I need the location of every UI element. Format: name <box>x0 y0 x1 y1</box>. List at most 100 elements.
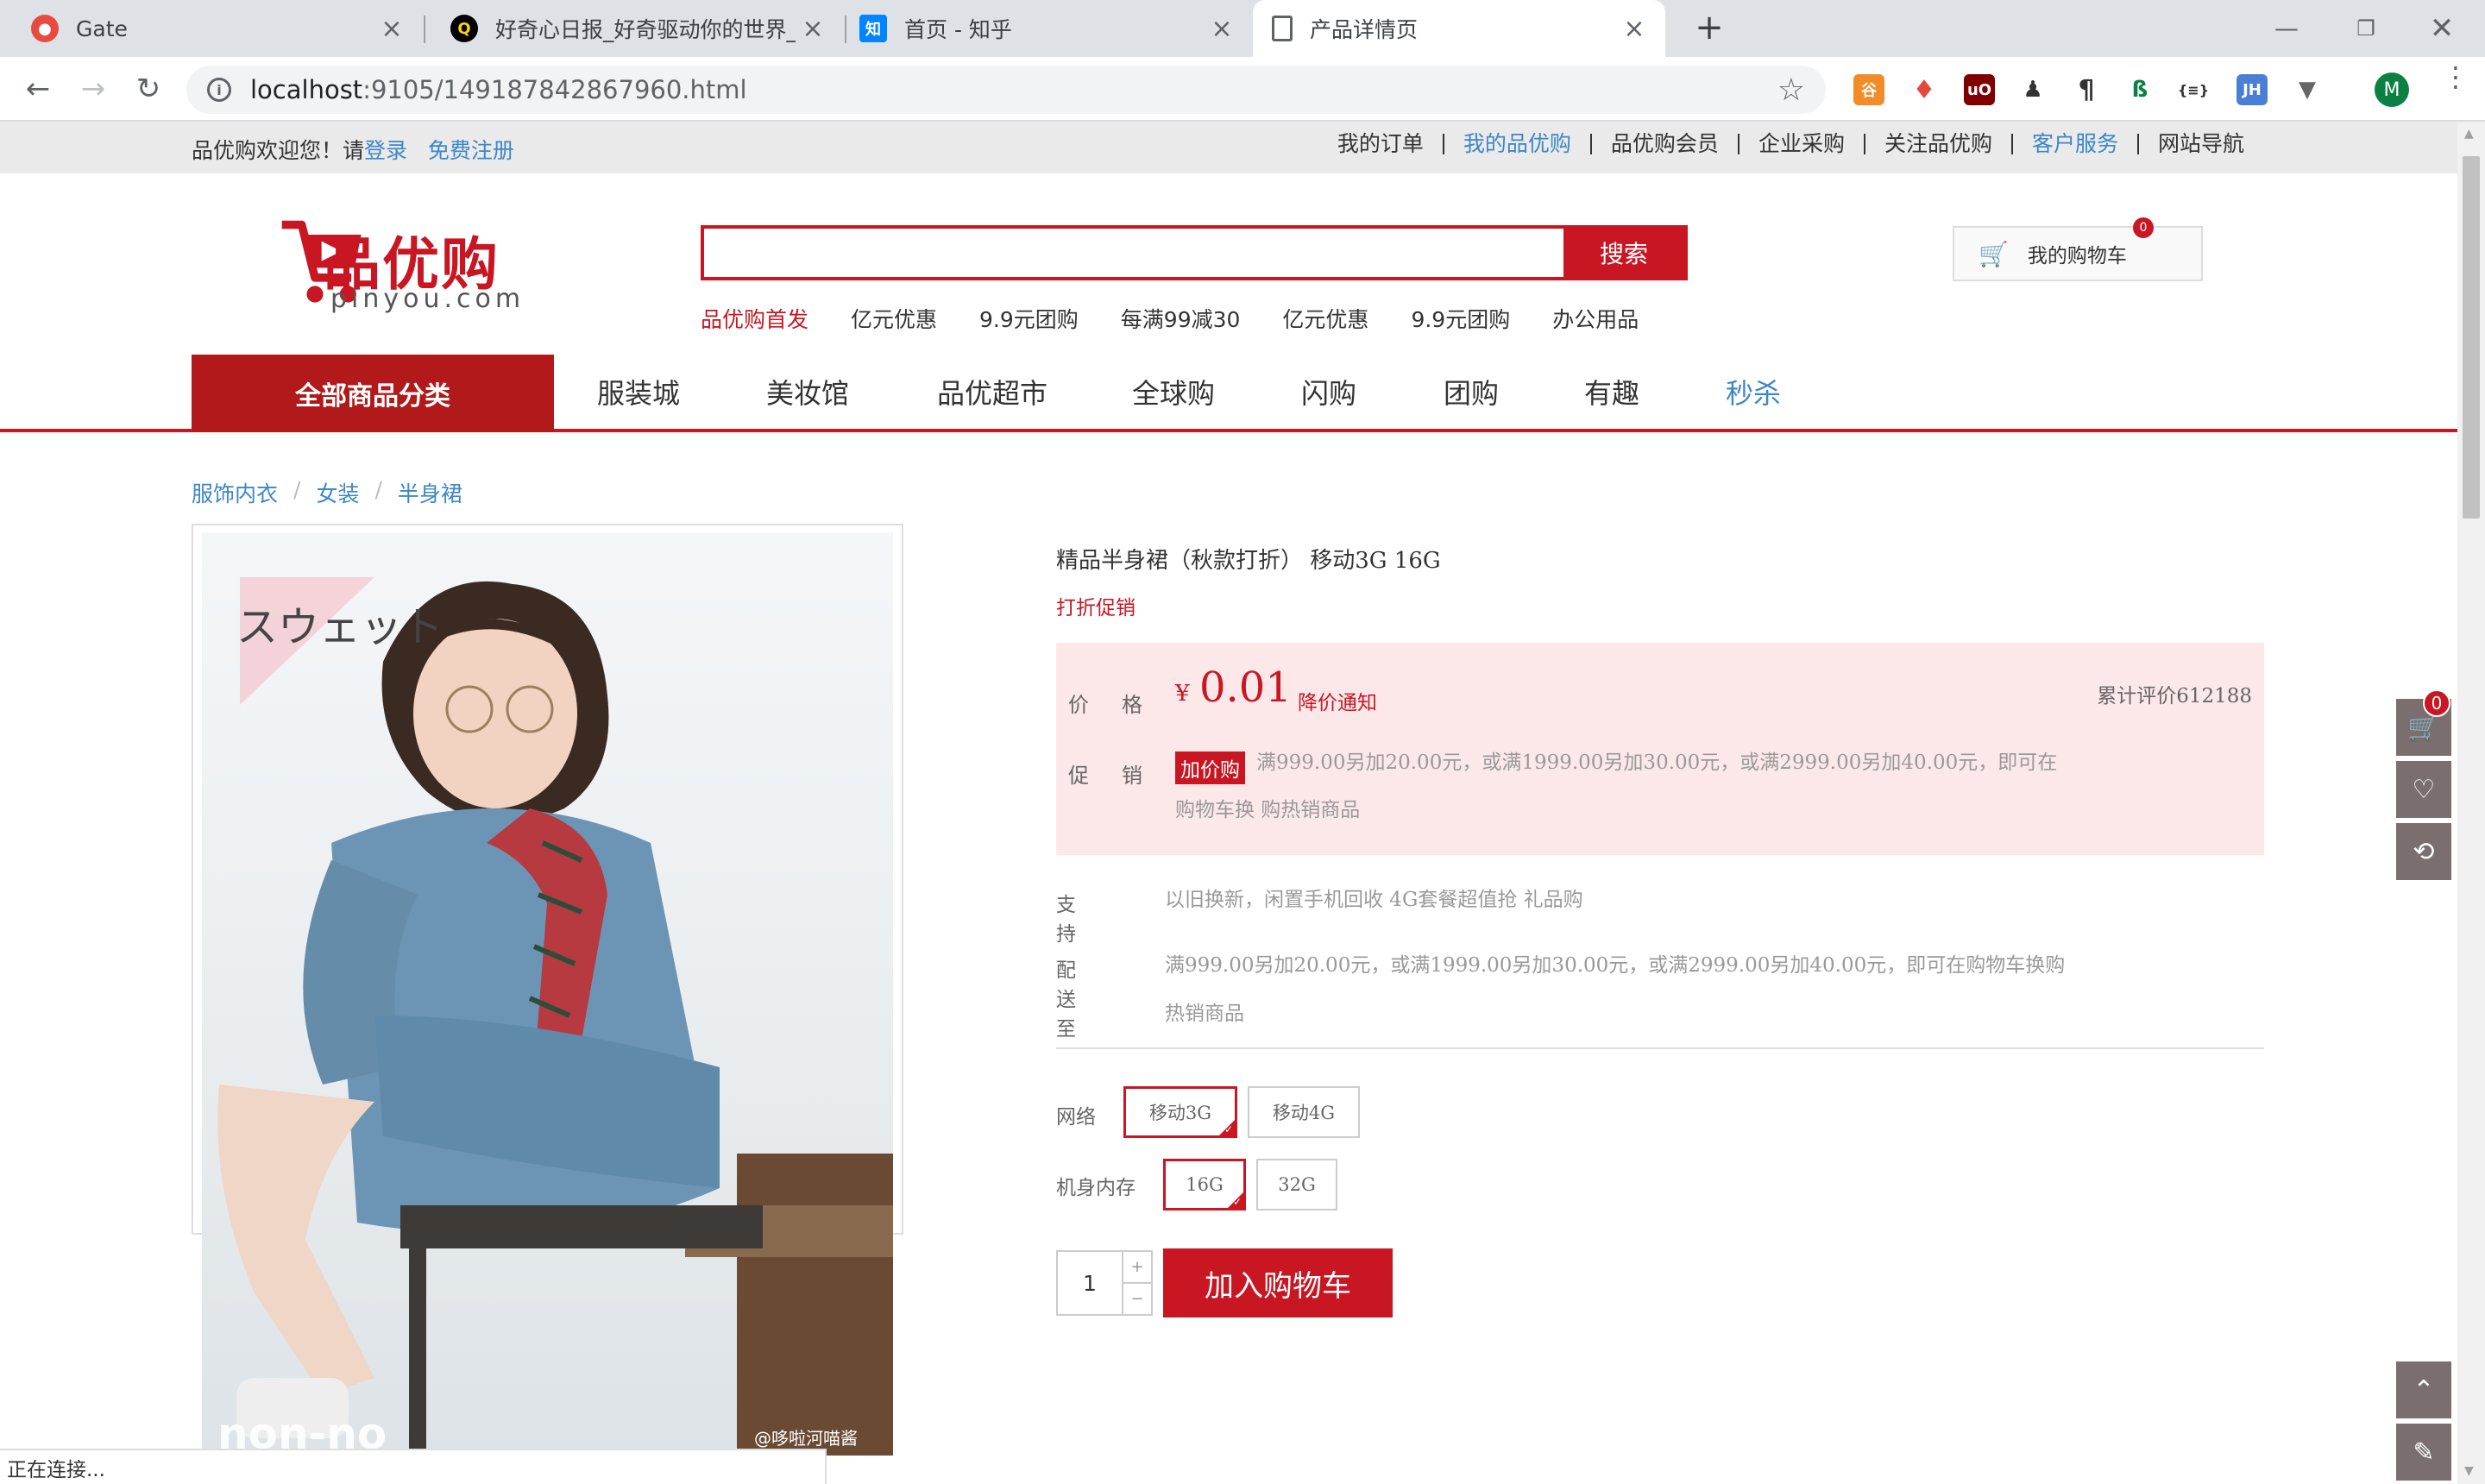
new-tab-button[interactable]: + <box>1688 7 1731 50</box>
tab-close-icon[interactable]: × <box>374 14 409 44</box>
tab-qdaily[interactable]: Q 好奇心日报_好奇驱动你的世界_C × <box>426 0 844 57</box>
extension-jh-icon[interactable]: JH <box>2236 74 2268 105</box>
quantity-decrease-button[interactable]: − <box>1123 1284 1151 1314</box>
address-bar[interactable]: i localhost:9105/149187842867960.html ☆ <box>186 66 1826 114</box>
sidebar-history-icon[interactable]: ⟲ <box>2396 823 2451 880</box>
tab-zhihu[interactable]: 知 首页 - 知乎 × <box>847 0 1253 57</box>
price-box: 价格 ¥ 0.01 降价通知 累计评价612188 促销 满999.00另加20… <box>1056 643 2264 855</box>
hot-word[interactable]: 亿元优惠 <box>851 303 937 334</box>
price-currency: ¥ <box>1175 681 1190 707</box>
login-link[interactable]: 登录 <box>364 138 407 163</box>
hot-word[interactable]: 品优购首发 <box>701 303 808 334</box>
gate-favicon-icon: ● <box>31 15 59 42</box>
hot-word[interactable]: 办公用品 <box>1552 303 1639 334</box>
selected-check-icon: ✓ <box>1232 1196 1242 1208</box>
scroll-up-icon[interactable]: ▲ <box>2464 127 2474 141</box>
profile-avatar[interactable]: M <box>2375 72 2409 107</box>
extension-robot-icon[interactable]: ♟ <box>2017 74 2048 105</box>
extension-leaf-icon[interactable]: ß <box>2124 74 2155 105</box>
back-icon[interactable]: ← <box>16 67 60 112</box>
scroll-down-icon[interactable]: ▼ <box>2464 1464 2474 1478</box>
delivery-text: 满999.00另加20.00元，或满1999.00另加30.00元，或满2999… <box>1165 954 2066 1025</box>
qdaily-favicon-icon: Q <box>450 15 478 42</box>
feedback-icon[interactable]: ✎ <box>2396 1424 2451 1481</box>
add-to-cart-button[interactable]: 加入购物车 <box>1163 1248 1393 1317</box>
breadcrumb-item[interactable]: 女装 <box>316 477 359 508</box>
minimize-icon[interactable]: — <box>2261 7 2312 50</box>
top-link-member[interactable]: 品优购会员 <box>1589 133 1738 154</box>
nav-item[interactable]: 团购 <box>1444 372 1499 412</box>
json-viewer-icon[interactable]: {≡} <box>2178 74 2209 105</box>
breadcrumb-item[interactable]: 服饰内衣 <box>192 477 278 508</box>
nav-item[interactable]: 服装城 <box>597 372 680 412</box>
extension-paragraph-icon[interactable]: ¶ <box>2071 74 2102 105</box>
hot-word[interactable]: 9.9元团购 <box>1411 303 1510 334</box>
cart-count-badge: 0 <box>2133 217 2154 238</box>
tab-close-icon[interactable]: × <box>1617 14 1651 44</box>
extension-v-icon[interactable]: ▼ <box>2292 74 2323 105</box>
bookmark-star-icon[interactable]: ☆ <box>1777 72 1805 108</box>
top-link-site-nav[interactable]: 网站导航 <box>2136 133 2263 154</box>
top-link-my-pinyou[interactable]: 我的品优购 <box>1442 133 1590 154</box>
browser-toolbar: ← → ↻ i localhost:9105/149187842867960.h… <box>0 57 2485 122</box>
tab-gate[interactable]: ● Gate × <box>0 0 423 57</box>
hot-word[interactable]: 每满99减30 <box>1121 303 1241 334</box>
sidebar-favorite-icon[interactable]: ♡ <box>2396 761 2451 818</box>
product-title: 精品半身裙（秋款打折） 移动3G 16G <box>1056 548 1441 574</box>
hot-word[interactable]: 亿元优惠 <box>1282 303 1368 334</box>
browser-menu-icon[interactable]: ⋮ <box>2442 63 2469 91</box>
all-categories-button[interactable]: 全部商品分类 <box>192 355 554 432</box>
nav-item[interactable]: 美妆馆 <box>766 372 849 412</box>
product-photo[interactable]: スウェット non-no @哆啦河喵酱 <box>202 532 893 1456</box>
nav-item[interactable]: 全球购 <box>1132 372 1215 412</box>
top-link-enterprise[interactable]: 企业采购 <box>1737 133 1864 154</box>
tab-close-icon[interactable]: × <box>1205 14 1239 44</box>
page-viewport: 品优购欢迎您！请登录 免费注册 我的订单 我的品优购 品优购会员 企业采购 关注… <box>0 122 2457 1484</box>
storage-label: 机身内存 <box>1056 1177 1136 1199</box>
promotion-text: 满999.00另加20.00元，或满1999.00另加30.00元，或满2999… <box>1175 751 2058 821</box>
storage-option-32g[interactable]: 32G <box>1256 1159 1337 1210</box>
cart-label: 我的购物车 <box>2027 245 2127 267</box>
support-label: 支持 <box>1056 894 1105 946</box>
breadcrumb-item[interactable]: 半身裙 <box>398 477 462 508</box>
search-button[interactable]: 搜索 <box>1563 229 1684 277</box>
back-to-top-icon[interactable]: ⌃ <box>2396 1361 2451 1418</box>
extension-pin-icon[interactable]: ♦ <box>1909 74 1940 105</box>
forward-icon[interactable]: → <box>71 67 116 112</box>
scrollbar-thumb[interactable] <box>2463 156 2480 519</box>
storage-option-16g[interactable]: 16G ✓ <box>1163 1159 1246 1210</box>
restore-icon[interactable]: ❐ <box>2340 7 2392 50</box>
top-link-my-orders[interactable]: 我的订单 <box>1318 133 1443 154</box>
network-option-3g[interactable]: 移动3G ✓ <box>1123 1086 1237 1138</box>
nav-item[interactable]: 闪购 <box>1301 372 1356 412</box>
page-scrollbar[interactable]: ▲ ▼ <box>2457 122 2485 1484</box>
info-icon[interactable]: i <box>207 78 231 102</box>
register-link[interactable]: 免费注册 <box>428 138 514 163</box>
cart-icon: 🛒 <box>1979 239 2009 268</box>
nav-item[interactable]: 品优超市 <box>937 372 1047 412</box>
hot-word[interactable]: 9.9元团购 <box>979 303 1079 334</box>
breadcrumb-separator: / <box>374 477 382 502</box>
promotion-badge: 加价购 <box>1175 751 1245 784</box>
my-cart-button[interactable]: 🛒 我的购物车 0 <box>1953 217 2203 281</box>
quantity-increase-button[interactable]: + <box>1123 1252 1151 1284</box>
reload-icon[interactable]: ↻ <box>126 67 171 112</box>
nav-item[interactable]: 有趣 <box>1584 372 1639 412</box>
review-count[interactable]: 累计评价612188 <box>2097 679 2252 708</box>
tab-title: Gate <box>76 16 128 41</box>
network-option-4g[interactable]: 移动4G <box>1248 1086 1360 1138</box>
promotion-label: 促销 <box>1068 764 1175 788</box>
top-link-follow[interactable]: 关注品优购 <box>1863 133 2011 154</box>
tab-close-icon[interactable]: × <box>796 14 830 44</box>
extension-translate-icon[interactable]: 谷 <box>1853 74 1884 105</box>
window-close-icon[interactable]: ✕ <box>2416 7 2468 50</box>
breadcrumb-separator: / <box>293 477 301 502</box>
price-notify-link[interactable]: 降价通知 <box>1298 686 1377 715</box>
quantity-input[interactable]: 1 <box>1058 1252 1122 1314</box>
ublock-icon[interactable]: uO <box>1964 74 1995 105</box>
search-input[interactable] <box>704 229 1563 277</box>
image-overlay-text: スウェット <box>236 603 444 651</box>
nav-item-seckill[interactable]: 秒杀 <box>1726 372 1781 412</box>
top-link-customer-service[interactable]: 客户服务 <box>2010 133 2137 154</box>
tab-product-detail[interactable]: 产品详情页 × <box>1253 0 1665 57</box>
